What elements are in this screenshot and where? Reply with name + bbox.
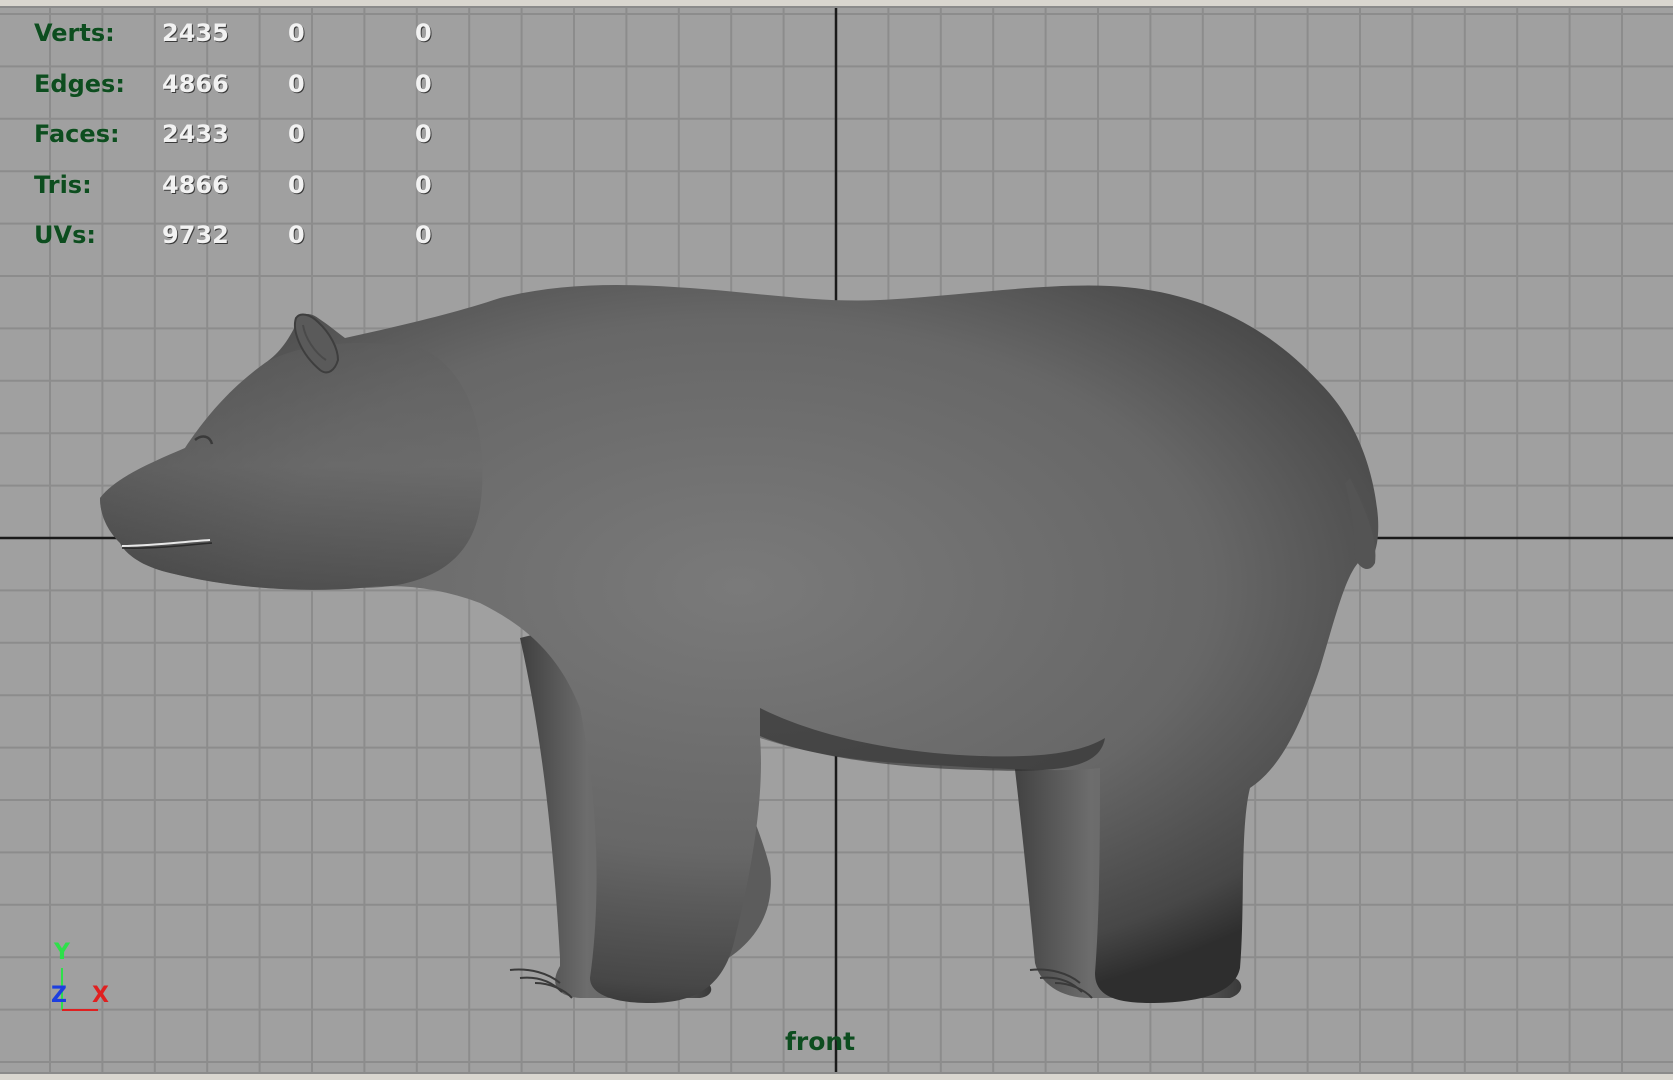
hud-row-value: 0 [288, 120, 305, 149]
hud-row: Edges: 4866 0 0 [34, 59, 475, 110]
hud-row-value: 0 [288, 170, 305, 199]
poly-count-hud: Verts: 2435 0 0 Edges: 4866 0 0 Faces: 2433 0 0 Tris… [34, 8, 475, 261]
hud-row-label: Tris: [34, 170, 92, 199]
axis-y-label: Y [54, 940, 70, 965]
hud-row-value: 9732 [162, 221, 229, 250]
axis-x-label: X [92, 983, 109, 1008]
hud-row-value: 0 [415, 221, 432, 250]
hud-row-value: 2433 [162, 120, 229, 149]
hud-row-value: 0 [415, 69, 432, 98]
hud-row: UVs: 9732 0 0 [34, 210, 475, 261]
axis-z-label: Z [51, 983, 67, 1008]
hud-row-value: 0 [288, 19, 305, 48]
hud-row-value: 0 [415, 170, 432, 199]
hud-row-value: 4866 [162, 69, 229, 98]
hud-row-label: Faces: [34, 120, 120, 149]
hud-row-label: Verts: [34, 19, 115, 48]
hud-row: Faces: 2433 0 0 [34, 109, 475, 160]
axis-gizmo: Y Z X [46, 940, 116, 1020]
camera-name-label: front [785, 1027, 856, 1056]
hud-row: Verts: 2435 0 0 [34, 8, 475, 59]
viewport-front[interactable]: Verts: 2435 0 0 Edges: 4866 0 0 Faces: 2433 0 0 Tris… [0, 6, 1673, 1074]
hud-row-value: 0 [415, 19, 432, 48]
hud-row-value: 0 [288, 69, 305, 98]
hud-row-value: 4866 [162, 170, 229, 199]
hud-row-value: 0 [288, 221, 305, 250]
hud-row-label: Edges: [34, 69, 125, 98]
hud-row-value: 2435 [162, 19, 229, 48]
hud-row-value: 0 [415, 120, 432, 149]
hud-row-label: UVs: [34, 221, 96, 250]
hud-row: Tris: 4866 0 0 [34, 160, 475, 211]
